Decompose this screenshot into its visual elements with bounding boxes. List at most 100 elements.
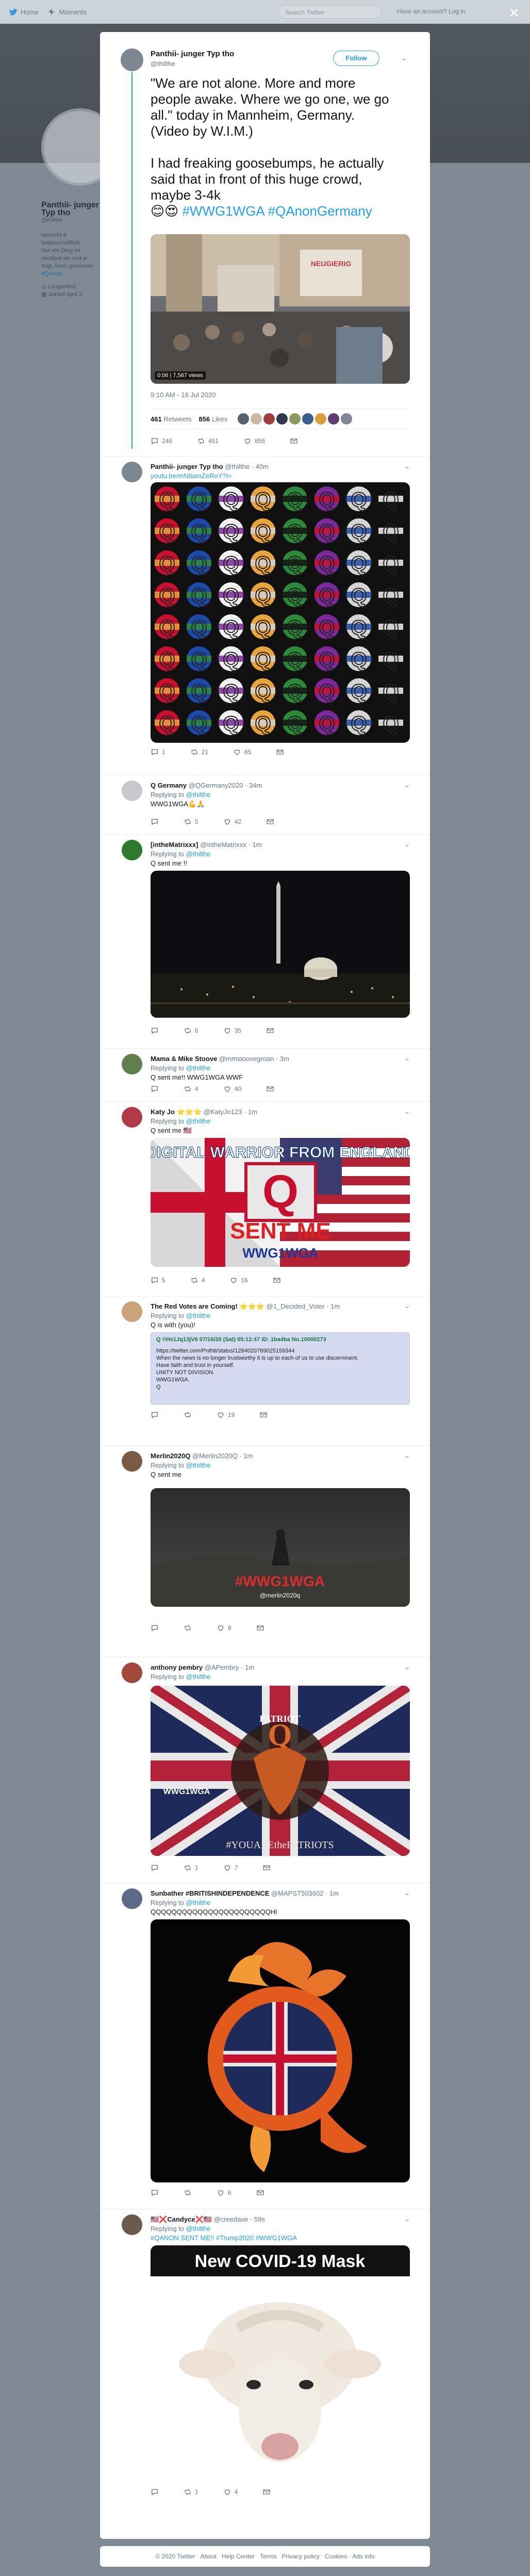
avatar[interactable] xyxy=(276,413,288,425)
like-button[interactable]: 35 xyxy=(223,1026,241,1035)
reply-author[interactable]: Katy Jo ⭐⭐⭐ @KatyJo123 · 1m xyxy=(151,1108,257,1116)
avatar[interactable] xyxy=(238,413,250,425)
replying-to-link[interactable]: @thilthe xyxy=(186,1673,211,1681)
avatar[interactable] xyxy=(315,413,327,425)
retweet-button[interactable] xyxy=(184,1411,192,1419)
dm-button[interactable] xyxy=(262,1864,271,1872)
reply-tweet[interactable]: anthony pembry @APembry · 1m ⌄ Replying … xyxy=(100,1657,430,1879)
reply-author[interactable]: The Red Votes are Coming! ⭐⭐⭐ @1_Decided… xyxy=(151,1302,340,1311)
reply-link[interactable]: youtu.be/mN6amZeRoY?t= xyxy=(151,472,232,480)
like-button[interactable]: 4 xyxy=(223,2488,238,2496)
like-button[interactable]: 7 xyxy=(223,1864,238,1872)
avatar[interactable] xyxy=(122,1662,142,1683)
reply-author[interactable]: Sunbather #BRITISHINDEPENDENCE @MAPST503… xyxy=(151,1889,339,1897)
replying-to-link[interactable]: @thilthe xyxy=(186,791,211,798)
like-button[interactable]: 19 xyxy=(217,1411,235,1419)
dm-button[interactable] xyxy=(256,1624,264,1632)
reply-tweet[interactable]: Katy Jo ⭐⭐⭐ @KatyJo123 · 1m ⌄ Replying t… xyxy=(100,1101,430,1292)
avatar[interactable] xyxy=(122,1054,142,1074)
reply-button[interactable] xyxy=(151,1026,159,1035)
chevron-down-icon[interactable]: ⌄ xyxy=(404,462,410,470)
chevron-down-icon[interactable]: ⌄ xyxy=(404,1451,410,1460)
avatar[interactable] xyxy=(302,413,314,425)
chevron-down-icon[interactable]: ⌄ xyxy=(404,2214,410,2223)
phoenix-q-image[interactable] xyxy=(151,1919,410,2182)
replying-to-link[interactable]: @thilthe xyxy=(186,2225,211,2232)
avatar[interactable] xyxy=(263,413,275,425)
dm-button[interactable] xyxy=(290,437,298,445)
reply-hashtags[interactable]: #QANON SENT ME!! #Trump2020 #WWG1WGA xyxy=(151,2234,297,2242)
merlin-image[interactable]: #WWG1WGA @merlin2020q xyxy=(151,1488,410,1607)
like-button[interactable]: 8 xyxy=(217,1624,231,1632)
reply-button[interactable] xyxy=(151,818,159,826)
digital-warrior-image[interactable]: Q DIGITAL WARRIOR FROM ENGLAND SENT ME W… xyxy=(151,1138,410,1267)
chevron-down-icon[interactable]: ⌄ xyxy=(404,1107,410,1116)
chevron-down-icon[interactable]: ⌄ xyxy=(404,840,410,849)
reply-button[interactable]: 1 xyxy=(151,748,165,756)
reply-author[interactable]: Mama & Mike Stoove @mmstoovegroan · 3m xyxy=(151,1055,289,1063)
chevron-down-icon[interactable]: ⌄ xyxy=(404,780,410,789)
footer-link-privacy[interactable]: Privacy policy xyxy=(282,2553,320,2560)
chevron-down-icon[interactable]: ⌄ xyxy=(404,1888,410,1897)
avatar[interactable] xyxy=(289,413,301,425)
replying-to-link[interactable]: @thilthe xyxy=(186,1312,211,1319)
dm-button[interactable] xyxy=(266,818,274,826)
reply-button[interactable] xyxy=(151,2189,159,2197)
footer-link-terms[interactable]: Terms xyxy=(260,2553,277,2560)
dm-button[interactable] xyxy=(273,1276,281,1284)
reply-button[interactable] xyxy=(151,2488,159,2496)
reply-button[interactable]: 5 xyxy=(151,1276,165,1284)
login-link[interactable]: Have an account? Log in xyxy=(397,8,466,15)
footer-link-ads[interactable]: Ads info xyxy=(352,2553,374,2560)
tweet-timestamp[interactable]: 9:10 AM - 16 Jul 2020 xyxy=(151,391,216,399)
patriot-flag-image[interactable]: Q PATRIOT WWG1WGA #YOUAREthePATRIOTS xyxy=(151,1686,410,1856)
chevron-down-icon[interactable]: ⌄ xyxy=(404,1301,410,1310)
nav-home[interactable]: Home xyxy=(8,7,39,17)
retweet-button[interactable] xyxy=(184,1624,192,1632)
like-button[interactable]: 42 xyxy=(223,818,241,826)
q-flag-grid-image[interactable]: QQQQQQQQQQQQQQQQQQQQQQQQQQQQQQQQQQQQQQQQ… xyxy=(151,482,410,743)
avatar[interactable] xyxy=(121,48,143,71)
footer-link-help[interactable]: Help Center xyxy=(222,2553,255,2560)
reply-author[interactable]: Panthii- junger Typ tho @thilthe · 40m xyxy=(151,463,269,470)
tweet-video[interactable]: NEUGIERIG 0:06 | 7,567 views xyxy=(151,234,410,384)
hashtag-link[interactable]: #WWG1WGA #QAnonGermany xyxy=(182,203,372,219)
dm-button[interactable] xyxy=(276,748,284,756)
reply-author[interactable]: anthony pembry @APembry · 1m xyxy=(151,1664,254,1671)
reply-tweet[interactable]: Panthii- junger Typ tho @thilthe · 40m ⌄… xyxy=(100,456,430,765)
retweet-button[interactable]: 451 xyxy=(197,437,219,445)
dm-button[interactable] xyxy=(266,1026,274,1035)
footer-link-about[interactable]: About xyxy=(201,2553,217,2560)
covid-mask-image[interactable]: New COVID-19 Mask xyxy=(151,2245,410,2480)
avatar[interactable] xyxy=(122,462,142,482)
retweet-button[interactable]: 1 xyxy=(184,2488,198,2496)
avatar[interactable] xyxy=(122,780,142,801)
avatar[interactable] xyxy=(122,2214,142,2235)
avatar[interactable] xyxy=(328,413,340,425)
avatar[interactable] xyxy=(251,413,262,425)
retweet-button[interactable]: 6 xyxy=(184,1026,198,1035)
dm-button[interactable] xyxy=(259,1411,268,1419)
replying-to-link[interactable]: @thilthe xyxy=(186,1899,211,1906)
avatar[interactable] xyxy=(122,1451,142,1472)
retweet-button[interactable]: 21 xyxy=(190,748,208,756)
follow-button[interactable]: Follow xyxy=(333,51,379,66)
like-button[interactable]: 40 xyxy=(223,1085,241,1093)
reply-tweet[interactable]: Merlin2020Q @Merlin2020Q · 1m ⌄ Replying… xyxy=(100,1445,430,1646)
like-button[interactable]: 6 xyxy=(217,2189,231,2197)
dm-button[interactable] xyxy=(266,1085,274,1093)
reply-author[interactable]: Merlin2020Q @Merlin2020Q · 1m xyxy=(151,1452,253,1460)
retweet-button[interactable] xyxy=(184,2189,192,2197)
reply-author[interactable]: [intheMatrixxx] @intheMatrixxx · 1m xyxy=(151,841,261,849)
q-drop-screenshot[interactable]: Q !!Hs1Jq13jV6 07/16/20 (Sat) 05:12:47 I… xyxy=(151,1332,410,1405)
replying-to-link[interactable]: @thilthe xyxy=(186,850,211,858)
replying-to-link[interactable]: @thilthe xyxy=(186,1117,211,1125)
reply-button[interactable] xyxy=(151,1624,159,1632)
replying-to-link[interactable]: @thilthe xyxy=(186,1461,211,1469)
washington-night-image[interactable] xyxy=(151,871,410,1018)
reply-tweet[interactable]: Mama & Mike Stoove @mmstoovegroan · 3m ⌄… xyxy=(100,1048,430,1097)
retweet-button[interactable]: 4 xyxy=(184,1085,198,1093)
chevron-down-icon[interactable]: ⌄ xyxy=(404,1662,410,1671)
reply-button[interactable] xyxy=(151,1411,159,1419)
reply-tweet[interactable]: 🇺🇸❌Candyce❌🇺🇸 @creedave · 59s ⌄ Replying… xyxy=(100,2209,430,2498)
